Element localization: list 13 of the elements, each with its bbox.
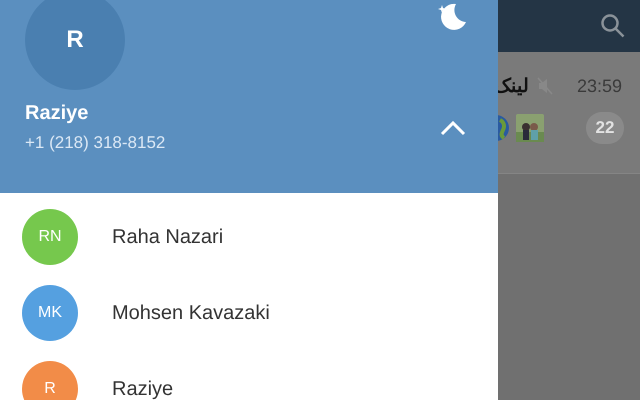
search-icon[interactable] <box>600 13 626 39</box>
profile-avatar[interactable]: R <box>25 0 125 90</box>
profile-name: Raziye <box>25 102 90 125</box>
account-avatar[interactable]: MK <box>22 285 78 341</box>
account-avatar[interactable]: R <box>22 361 78 400</box>
chevron-up-icon[interactable] <box>440 120 466 136</box>
account-name[interactable]: Raha Nazari <box>112 226 224 248</box>
globe-icon <box>498 114 510 142</box>
chat-time: 23:59 <box>576 76 622 96</box>
unread-badge: 22 <box>586 112 624 144</box>
profile-phone: +1 (218) 318-8152 <box>25 133 166 153</box>
account-name[interactable]: Raziye <box>112 378 174 400</box>
account-name[interactable]: Mohsen Kavazaki <box>112 302 270 324</box>
